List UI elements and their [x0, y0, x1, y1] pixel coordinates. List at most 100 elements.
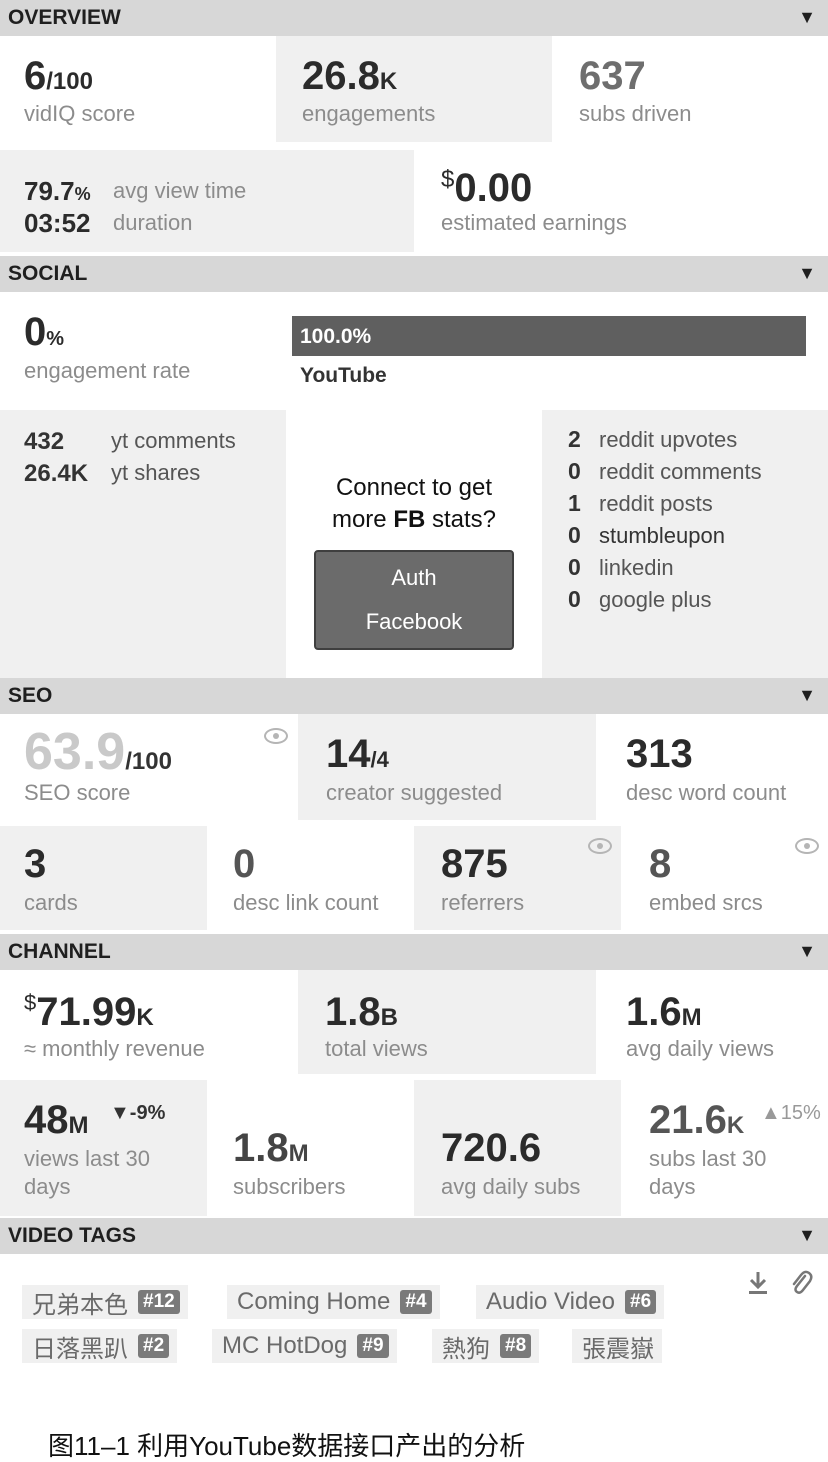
connect-line-2: more FB stats?: [331, 506, 497, 533]
vidiq-score-card: 6/100 vidIQ score: [0, 36, 276, 142]
referrers-value: 875: [441, 842, 508, 886]
views-last-30-label-1: views last 30: [24, 1146, 150, 1171]
monthly-revenue-card: $71.99K ≈ monthly revenue: [0, 970, 298, 1074]
duration-label: duration: [113, 210, 193, 235]
subs-last-30-value: 21.6K: [649, 1098, 745, 1142]
cards-value: 3: [24, 842, 47, 886]
subs-last-30-change: ▲15%: [761, 1102, 821, 1124]
vidiq-score-value: 6/100: [24, 54, 93, 98]
stat-row-reddit-posts: 1 reddit posts: [568, 490, 713, 516]
embed-srcs-card: 8 embed srcs: [621, 826, 828, 930]
cards-label: cards: [24, 890, 78, 915]
seo-score-value: 63.9/100: [24, 723, 172, 781]
subs-driven-label: subs driven: [579, 101, 692, 126]
auth-line-2: Facebook: [365, 609, 463, 634]
auth-line-1: Auth: [391, 565, 437, 590]
engagement-rate-value: 0%: [24, 310, 65, 354]
subscribers-label: subscribers: [233, 1174, 346, 1199]
stat-row-stumbleupon: 0 stumbleupon: [568, 522, 725, 548]
seo-header[interactable]: SEO ▼: [0, 678, 828, 714]
social-header[interactable]: SOCIAL ▼: [0, 256, 828, 292]
embed-srcs-eye-icon[interactable]: [795, 838, 819, 854]
desc-link-count-label: desc link count: [233, 890, 379, 915]
download-icon[interactable]: [746, 1270, 770, 1296]
seo-title: SEO: [8, 684, 53, 707]
embed-srcs-value: 8: [649, 842, 672, 886]
channel-title: CHANNEL: [8, 940, 111, 963]
subs-driven-card: 637 subs driven: [552, 36, 828, 142]
tag-item[interactable]: 熱狗 #8: [432, 1329, 540, 1363]
tag-item[interactable]: 兄弟本色 #12: [22, 1285, 188, 1319]
creator-suggested-value: 14/4: [326, 732, 389, 776]
video-tags-title: VIDEO TAGS: [8, 1224, 136, 1247]
seo-collapse-icon[interactable]: ▼: [798, 685, 816, 706]
engagement-rate-card: 0% engagement rate: [0, 292, 286, 410]
avg-daily-views-card: 1.6M avg daily views: [596, 970, 828, 1074]
subs-last-30-label-2: days: [649, 1174, 696, 1199]
subs-driven-value: 637: [579, 54, 646, 98]
yt-shares-label: yt shares: [111, 460, 201, 485]
embed-srcs-label: embed srcs: [649, 890, 763, 915]
stat-row-linkedin: 0 linkedin: [568, 554, 674, 580]
desc-word-count-value: 313: [626, 732, 693, 776]
other-social-list: 2 reddit upvotes 0 reddit comments 1 reddit…: [568, 426, 762, 618]
channel-collapse-icon[interactable]: ▼: [798, 941, 816, 962]
platform-share-card: 100.0% YouTube: [286, 292, 828, 410]
referrers-eye-icon[interactable]: [588, 838, 612, 854]
tag-item[interactable]: 張震嶽: [572, 1329, 662, 1363]
referrers-card: 875 referrers: [414, 826, 621, 930]
referrers-label: referrers: [441, 890, 525, 915]
tag-item[interactable]: Coming Home #4: [227, 1285, 440, 1319]
monthly-revenue-value: $71.99K: [24, 990, 154, 1034]
avg-daily-views-value: 1.6M: [626, 990, 702, 1034]
avg-daily-subs-label: avg daily subs: [441, 1174, 581, 1199]
video-tags-collapse-icon[interactable]: ▼: [798, 1225, 816, 1246]
view-time-card: 79.7% avg view time 03:52 duration: [0, 150, 414, 252]
overview-collapse-icon[interactable]: ▼: [798, 7, 816, 28]
overview-header[interactable]: OVERVIEW ▼: [0, 0, 828, 36]
desc-word-count-label: desc word count: [626, 780, 787, 805]
figure-caption: 图11–1 利用YouTube数据接口产出的分析: [48, 1431, 526, 1461]
avg-daily-subs-card: 720.6 avg daily subs: [414, 1080, 621, 1216]
youtube-share-percent: 100.0%: [300, 325, 372, 348]
paperclip-icon[interactable]: [788, 1268, 814, 1296]
social-title: SOCIAL: [8, 262, 88, 285]
earnings-label: estimated earnings: [441, 210, 627, 235]
engagements-card: 26.8K engagements: [276, 36, 552, 142]
creator-suggested-label: creator suggested: [326, 780, 503, 805]
channel-header[interactable]: CHANNEL ▼: [0, 934, 828, 970]
avg-daily-views-label: avg daily views: [626, 1036, 774, 1061]
seo-score-eye-icon[interactable]: [264, 728, 288, 744]
video-tags-header[interactable]: VIDEO TAGS ▼: [0, 1218, 828, 1254]
avg-view-time-value: 79.7%: [24, 176, 91, 206]
social-collapse-icon[interactable]: ▼: [798, 263, 816, 284]
engagements-label: engagements: [302, 101, 436, 126]
desc-word-count-card: 313 desc word count: [596, 714, 828, 820]
earnings-card: $0.00 estimated earnings: [414, 150, 828, 252]
seo-score-label: SEO score: [24, 780, 131, 805]
yt-shares-value: 26.4K: [24, 460, 89, 487]
tag-item[interactable]: Audio Video #6: [476, 1285, 665, 1319]
stat-row-google-plus: 0 google plus: [568, 586, 712, 612]
tag-item[interactable]: MC HotDog #9: [212, 1329, 397, 1363]
creator-suggested-card: 14/4 creator suggested: [298, 714, 596, 820]
subs-last-30-card: 21.6K ▲15% subs last 30 days: [621, 1080, 828, 1216]
views-last-30-label-2: days: [24, 1174, 71, 1199]
views-last-30-card: 48M ▼-9% views last 30 days: [0, 1080, 207, 1216]
avg-view-time-label: avg view time: [113, 178, 247, 203]
subscribers-card: 1.8M subscribers: [207, 1080, 414, 1216]
total-views-card: 1.8B total views: [298, 970, 596, 1074]
desc-link-count-card: 0 desc link count: [207, 826, 414, 930]
yt-comments-label: yt comments: [111, 428, 236, 453]
subscribers-value: 1.8M: [233, 1126, 309, 1170]
engagements-value: 26.8K: [302, 54, 398, 98]
engagement-rate-label: engagement rate: [24, 358, 191, 383]
stat-row-reddit-comments: 0 reddit comments: [568, 458, 762, 484]
subs-last-30-label-1: subs last 30: [649, 1146, 767, 1171]
auth-facebook-button[interactable]: Auth Facebook: [314, 550, 514, 650]
other-social-stats: 2 reddit upvotes 0 reddit comments 1 reddit…: [542, 410, 828, 678]
youtube-share-label: YouTube: [300, 364, 387, 387]
tag-item[interactable]: 日落黑趴 #2: [22, 1329, 178, 1363]
youtube-share-track: 100.0%: [292, 316, 806, 356]
views-last-30-value: 48M: [24, 1098, 89, 1142]
